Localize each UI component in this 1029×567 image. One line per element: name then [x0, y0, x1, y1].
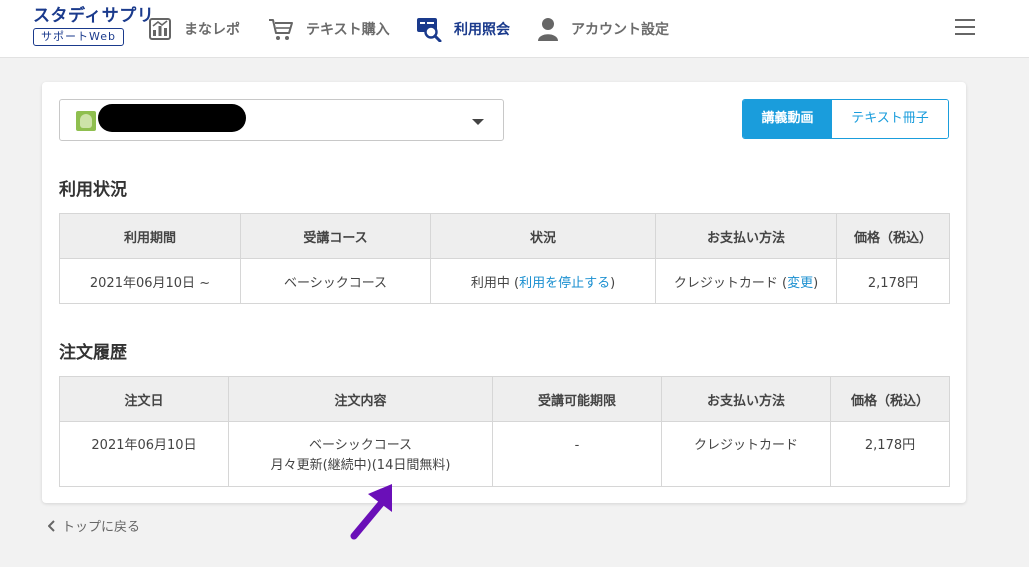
- hamburger-menu-icon[interactable]: [955, 19, 975, 37]
- nav-item-account-settings[interactable]: アカウント設定: [537, 14, 669, 44]
- usage-status-title: 利用状況: [59, 180, 127, 200]
- nav-label: 利用照会: [454, 22, 510, 38]
- report-icon: [149, 18, 171, 40]
- logo-main-text: スタディサプリ: [33, 6, 155, 26]
- table-header-row: 注文日 注文内容 受講可能期限 お支払い方法 価格（税込）: [59, 376, 950, 422]
- usage-course: ベーシックコース: [240, 258, 431, 304]
- avatar: [76, 111, 96, 131]
- tab-text-booklet[interactable]: テキスト冊子: [832, 100, 948, 138]
- usage-price: 2,178円: [836, 258, 950, 304]
- header: スタディサプリ サポートWeb まなレポ テキスト購入 利用照会 アカウント設定: [0, 0, 1029, 58]
- order-content: ベーシックコース 月々更新(継続中)(14日間無料): [228, 421, 493, 487]
- column-header: お支払い方法: [655, 213, 837, 259]
- usage-table: 利用期間 受講コース 状況 お支払い方法 価格（税込） 2021年06月10日 …: [59, 213, 950, 304]
- nav-item-usage-inquiry[interactable]: 利用照会: [416, 14, 510, 44]
- order-date: 2021年06月10日: [59, 421, 229, 487]
- column-header: 状況: [430, 213, 656, 259]
- user-icon: [538, 18, 558, 41]
- status-text: 利用中: [470, 275, 510, 291]
- usage-payment: クレジットカード (変更): [655, 258, 837, 304]
- order-deadline: -: [492, 421, 662, 487]
- order-content-course: ベーシックコース: [308, 438, 413, 453]
- column-header: 受講可能期限: [492, 376, 662, 422]
- chevron-down-icon: [472, 119, 484, 125]
- nav-label: まなレポ: [184, 22, 240, 38]
- order-history-table: 注文日 注文内容 受講可能期限 お支払い方法 価格（税込） 2021年06月10…: [59, 376, 950, 487]
- stop-usage-link[interactable]: 利用を停止する: [519, 276, 610, 291]
- nav-item-manarepo[interactable]: まなレポ: [148, 14, 240, 44]
- nav-label: テキスト購入: [306, 22, 390, 38]
- cart-icon: [269, 19, 293, 40]
- nav-label: アカウント設定: [571, 22, 669, 38]
- usage-card: 講義動画 テキスト冊子 利用状況 利用期間 受講コース 状況 お支払い方法 価格…: [42, 82, 966, 503]
- table-row: 2021年06月10日 ベーシックコース 月々更新(継続中)(14日間無料) -…: [59, 421, 950, 487]
- payment-text: クレジットカード: [673, 275, 778, 291]
- account-select[interactable]: [59, 99, 504, 141]
- logo[interactable]: スタディサプリ サポートWeb: [33, 6, 155, 46]
- column-header: 注文内容: [228, 376, 493, 422]
- card-search-icon: [417, 18, 442, 42]
- column-header: 利用期間: [59, 213, 241, 259]
- column-header: お支払い方法: [661, 376, 831, 422]
- tab-lecture-video[interactable]: 講義動画: [743, 100, 832, 138]
- table-header-row: 利用期間 受講コース 状況 お支払い方法 価格（税込）: [59, 213, 950, 259]
- nav-item-text-purchase[interactable]: テキスト購入: [268, 14, 390, 44]
- column-header: 注文日: [59, 376, 229, 422]
- change-payment-link[interactable]: 変更: [787, 276, 813, 291]
- usage-status: 利用中 (利用を停止する): [430, 258, 656, 304]
- order-payment: クレジットカード: [661, 421, 831, 487]
- column-header: 受講コース: [240, 213, 431, 259]
- column-header: 価格（税込）: [836, 213, 950, 259]
- column-header: 価格（税込）: [830, 376, 950, 422]
- content-type-toggle: 講義動画 テキスト冊子: [742, 99, 949, 139]
- logo-sub-text: サポートWeb: [33, 28, 124, 46]
- usage-period: 2021年06月10日 ~: [59, 258, 241, 304]
- chevron-left-icon: [48, 519, 55, 532]
- table-row: 2021年06月10日 ~ ベーシックコース 利用中 (利用を停止する) クレジ…: [59, 258, 950, 304]
- back-link-label: トップに戻る: [62, 520, 141, 535]
- order-content-plan: 月々更新(継続中)(14日間無料): [270, 458, 451, 473]
- annotation-arrow-icon: [350, 484, 392, 540]
- order-history-title: 注文履歴: [59, 343, 127, 363]
- order-price: 2,178円: [830, 421, 950, 487]
- back-to-top-link[interactable]: トップに戻る: [48, 516, 140, 535]
- redacted-name: [98, 104, 246, 132]
